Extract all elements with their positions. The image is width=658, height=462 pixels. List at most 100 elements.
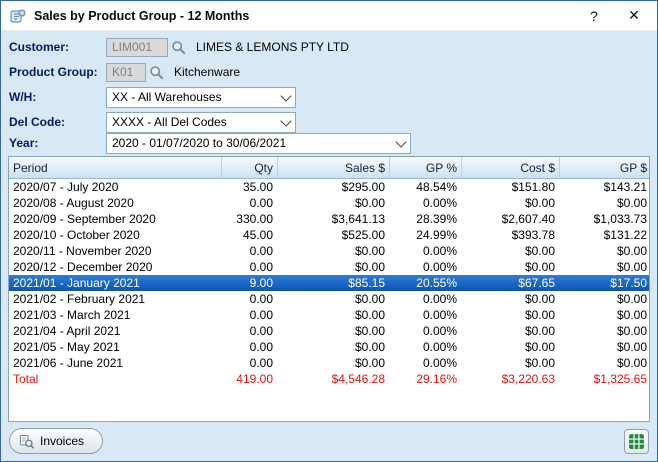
table-cell: 0.00 [221, 340, 277, 354]
table-cell: 0.00% [389, 244, 461, 258]
year-field-row: Year: 2020 - 01/07/2020 to 30/06/2021 [9, 132, 649, 154]
table-cell: $0.00 [277, 340, 389, 354]
table-cell: $0.00 [277, 308, 389, 322]
column-header: Period [9, 157, 221, 178]
table-cell: 2020/10 - October 2020 [9, 228, 221, 242]
table-cell: $0.00 [277, 324, 389, 338]
table-cell: $0.00 [461, 340, 559, 354]
table-row[interactable]: 2020/09 - September 2020330.00$3,641.132… [9, 211, 649, 227]
table-cell: $0.00 [461, 196, 559, 210]
table-cell: 0.00 [221, 356, 277, 370]
window-title: Sales by Product Group - 12 Months [34, 9, 581, 23]
customer-code-value: LIM001 [112, 40, 152, 54]
table-row[interactable]: 2020/10 - October 202045.00$525.0024.99%… [9, 227, 649, 243]
invoices-button[interactable]: Invoices [9, 428, 103, 454]
table-cell: 2020/11 - November 2020 [9, 244, 221, 258]
product-group-code-value: K01 [112, 65, 133, 79]
table-cell: 0.00% [389, 324, 461, 338]
table-cell: 2021/04 - April 2021 [9, 324, 221, 338]
table-cell: $0.00 [559, 324, 649, 338]
warehouse-selected-value: XX - All Warehouses [112, 90, 277, 104]
excel-icon [628, 433, 645, 450]
table-row[interactable]: 2020/08 - August 20200.00$0.000.00%$0.00… [9, 195, 649, 211]
customer-code-input[interactable]: LIM001 [106, 38, 168, 57]
chevron-down-icon [277, 113, 295, 132]
del-code-selected-value: XXXX - All Del Codes [112, 115, 277, 129]
product-group-code-input[interactable]: K01 [106, 63, 146, 82]
table-row[interactable]: 2021/02 - February 20210.00$0.000.00%$0.… [9, 291, 649, 307]
table-cell: 48.54% [389, 180, 461, 194]
table-cell: 9.00 [221, 276, 277, 290]
table-cell: 0.00 [221, 308, 277, 322]
table-cell: $0.00 [559, 244, 649, 258]
table-cell: $295.00 [277, 180, 389, 194]
column-header: GP % [389, 157, 461, 178]
customer-label: Customer: [9, 40, 106, 54]
table-cell: 0.00% [389, 356, 461, 370]
table-cell: $0.00 [461, 260, 559, 274]
table-cell: 0.00% [389, 292, 461, 306]
table-body: 2020/07 - July 202035.00$295.0048.54%$15… [9, 179, 649, 421]
chevron-down-icon [277, 88, 295, 107]
table-row[interactable]: 2020/12 - December 20200.00$0.000.00%$0.… [9, 259, 649, 275]
table-cell: $17.50 [559, 276, 649, 290]
table-cell: $0.00 [461, 244, 559, 258]
year-select[interactable]: 2020 - 01/07/2020 to 30/06/2021 [106, 133, 411, 154]
table-row[interactable]: 2021/06 - June 20210.00$0.000.00%$0.00$0… [9, 355, 649, 371]
sales-table: PeriodQtySales $GP %Cost $GP $ 2020/07 -… [8, 156, 650, 422]
table-cell: $0.00 [277, 356, 389, 370]
product-group-lookup-icon[interactable] [147, 63, 166, 82]
table-header: PeriodQtySales $GP %Cost $GP $ [9, 157, 649, 179]
table-cell: $0.00 [461, 292, 559, 306]
customer-field-row: Customer: LIM001 LIMES & LEMONS PTY LTD [9, 36, 649, 58]
table-cell: $0.00 [461, 308, 559, 322]
warehouse-field-row: W/H: XX - All Warehouses [9, 86, 649, 108]
table-cell: $85.15 [277, 276, 389, 290]
table-row[interactable]: 2020/07 - July 202035.00$295.0048.54%$15… [9, 179, 649, 195]
warehouse-select[interactable]: XX - All Warehouses [106, 87, 296, 108]
product-group-label: Product Group: [9, 65, 106, 79]
table-cell: $0.00 [559, 340, 649, 354]
table-cell: $0.00 [277, 196, 389, 210]
sales-by-product-group-window: Sales by Product Group - 12 Months ? ✕ C… [0, 0, 658, 462]
table-cell: $143.21 [559, 180, 649, 194]
table-cell: $131.22 [559, 228, 649, 242]
year-label: Year: [9, 136, 106, 150]
table-cell: $0.00 [461, 356, 559, 370]
table-cell: $4,546.28 [277, 372, 389, 386]
table-row[interactable]: 2021/03 - March 20210.00$0.000.00%$0.00$… [9, 307, 649, 323]
table-cell: 35.00 [221, 180, 277, 194]
table-cell: $0.00 [461, 324, 559, 338]
table-row[interactable]: 2020/11 - November 20200.00$0.000.00%$0.… [9, 243, 649, 259]
table-total-row[interactable]: Total419.00$4,546.2829.16%$3,220.63$1,32… [9, 371, 649, 387]
excel-export-button[interactable] [624, 429, 649, 454]
table-cell: 2021/01 - January 2021 [9, 276, 221, 290]
close-button[interactable]: ✕ [621, 7, 647, 24]
del-code-field-row: Del Code: XXXX - All Del Codes [9, 111, 649, 133]
warehouse-label: W/H: [9, 90, 106, 104]
table-cell: 0.00 [221, 292, 277, 306]
titlebar: Sales by Product Group - 12 Months ? ✕ [1, 1, 657, 31]
table-cell: 0.00 [221, 244, 277, 258]
invoices-button-label: Invoices [40, 434, 84, 448]
column-header: Cost $ [461, 157, 559, 178]
table-cell: $0.00 [277, 260, 389, 274]
table-cell: $0.00 [277, 244, 389, 258]
table-cell: 24.99% [389, 228, 461, 242]
del-code-label: Del Code: [9, 115, 106, 129]
table-row[interactable]: 2021/05 - May 20210.00$0.000.00%$0.00$0.… [9, 339, 649, 355]
del-code-select[interactable]: XXXX - All Del Codes [106, 112, 296, 133]
table-cell: $0.00 [559, 292, 649, 306]
help-button[interactable]: ? [581, 8, 607, 24]
table-cell: $0.00 [559, 308, 649, 322]
customer-lookup-icon[interactable] [169, 38, 188, 57]
table-cell: 2021/03 - March 2021 [9, 308, 221, 322]
table-cell: $0.00 [559, 260, 649, 274]
table-cell: 2021/06 - June 2021 [9, 356, 221, 370]
column-header: GP $ [559, 157, 651, 178]
table-cell: $3,641.13 [277, 212, 389, 226]
table-cell: 2021/02 - February 2021 [9, 292, 221, 306]
table-cell: $1,325.65 [559, 372, 649, 386]
table-row[interactable]: 2021/01 - January 20219.00$85.1520.55%$6… [9, 275, 649, 291]
table-row[interactable]: 2021/04 - April 20210.00$0.000.00%$0.00$… [9, 323, 649, 339]
